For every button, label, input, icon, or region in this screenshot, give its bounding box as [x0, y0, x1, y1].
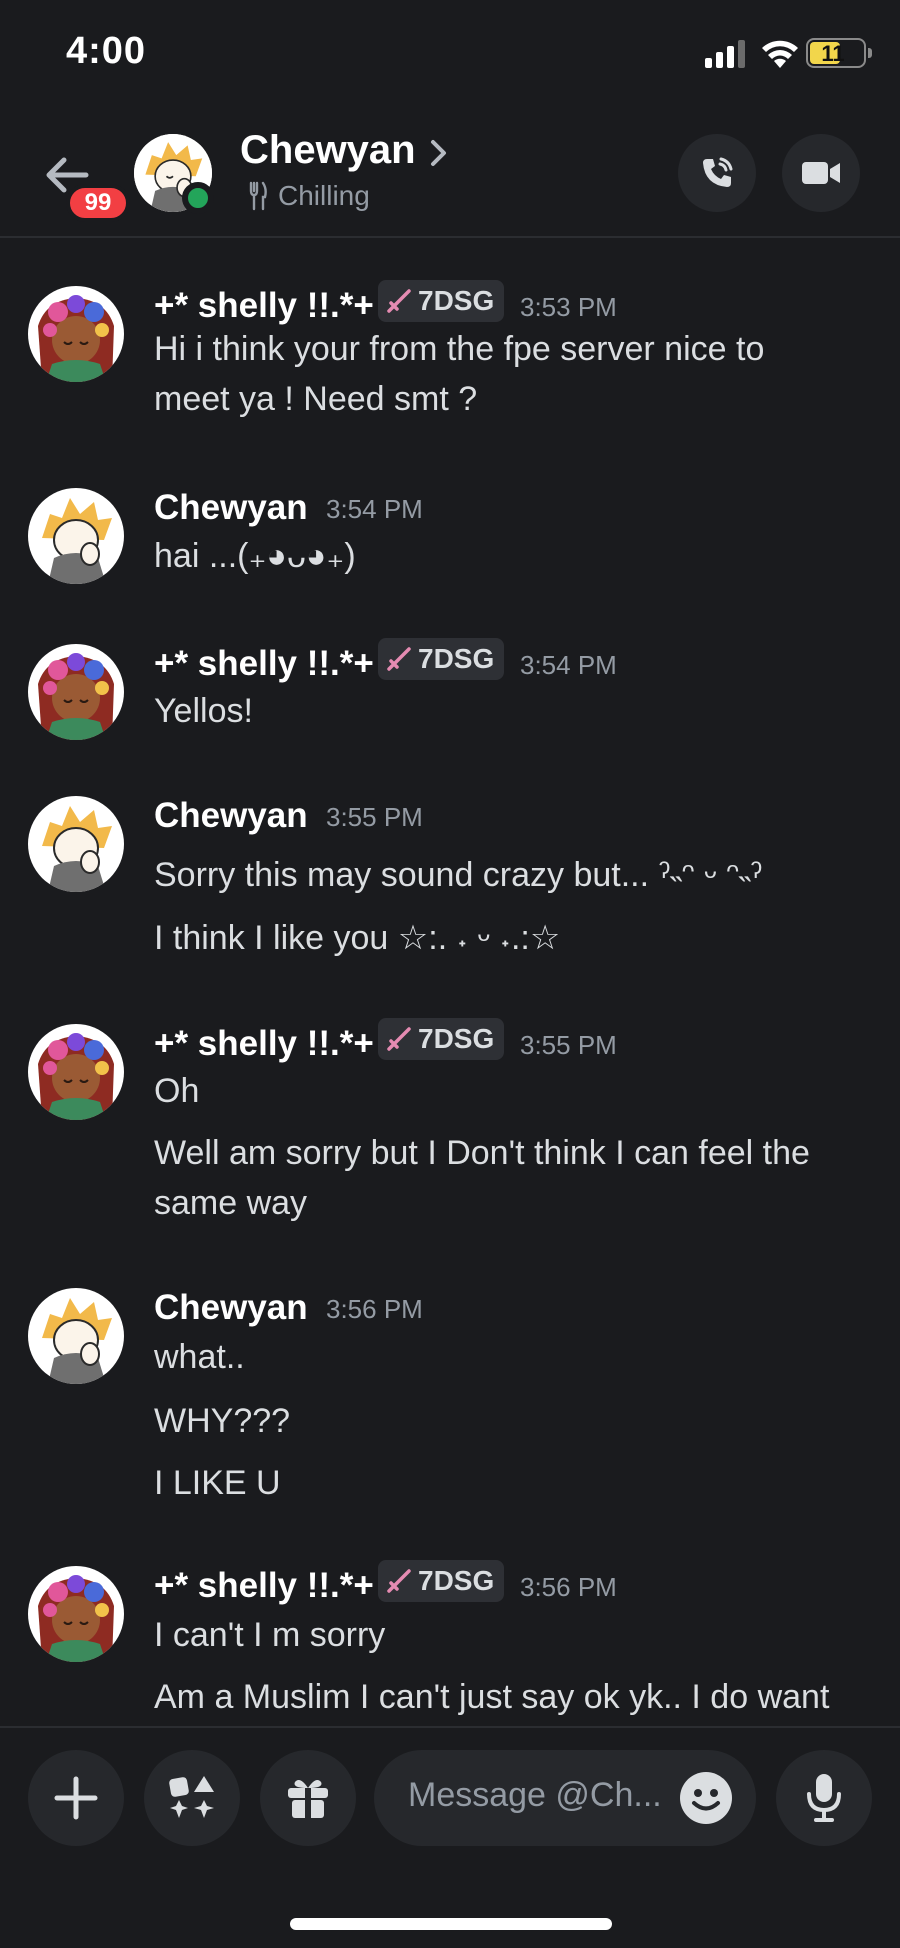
- message-line: hai ...(₊◕ᴗ◕₊): [154, 537, 356, 575]
- avatar[interactable]: [28, 488, 124, 584]
- message-timestamp: 3:54 PM: [520, 650, 617, 680]
- avatar[interactable]: [28, 1024, 124, 1120]
- message-author[interactable]: Chewyan: [154, 488, 308, 528]
- fork-knife-icon: [249, 181, 267, 211]
- status-time: 4:00: [66, 30, 147, 72]
- add-attachment-button[interactable]: [28, 1750, 124, 1846]
- server-tag[interactable]: 7DSG: [378, 280, 505, 322]
- plus-icon: [54, 1776, 98, 1820]
- chewyan-avatar-art: [28, 1288, 124, 1384]
- message-author[interactable]: +* shelly !!.*+: [154, 1566, 374, 1606]
- message-line: what..: [154, 1338, 245, 1376]
- message-timestamp: 3:55 PM: [520, 1030, 617, 1060]
- sword-icon: [387, 1027, 411, 1051]
- gift-button[interactable]: [260, 1750, 356, 1846]
- unread-badge: 99: [66, 184, 130, 222]
- avatar[interactable]: [28, 796, 124, 892]
- message-author[interactable]: +* shelly !!.*+: [154, 286, 374, 326]
- shelly-avatar-art: [28, 1024, 124, 1120]
- custom-status: Chilling: [248, 180, 370, 212]
- chevron-right-icon[interactable]: [428, 136, 450, 170]
- sword-icon: [387, 1569, 411, 1593]
- message-timestamp: 3:56 PM: [326, 1294, 423, 1324]
- message-timestamp: 3:55 PM: [326, 802, 423, 832]
- gift-icon: [288, 1780, 328, 1818]
- online-status-indicator: [182, 182, 214, 214]
- avatar[interactable]: [28, 286, 124, 382]
- message-input[interactable]: Message @Ch...: [374, 1750, 756, 1846]
- message-line: Yellos!: [154, 692, 253, 730]
- message-timestamp: 3:53 PM: [520, 292, 617, 322]
- server-tag-label: 7DSG: [418, 1565, 495, 1596]
- shelly-avatar-art: [28, 1566, 124, 1662]
- server-tag-label: 7DSG: [418, 285, 495, 316]
- cellular-signal-icon: [705, 40, 745, 68]
- message-line: meet ya ! Need smt ?: [154, 380, 478, 418]
- message-line: Hi i think your from the fpe server nice…: [154, 330, 765, 368]
- server-tag[interactable]: 7DSG: [378, 1560, 505, 1602]
- dm-recipient-name[interactable]: Chewyan: [240, 128, 416, 173]
- message-input-placeholder: Message @Ch...: [408, 1776, 662, 1814]
- home-indicator[interactable]: [290, 1918, 612, 1930]
- avatar[interactable]: [28, 1288, 124, 1384]
- server-tag-label: 7DSG: [418, 1023, 495, 1054]
- status-bar: 4:00 11: [0, 0, 900, 110]
- message-line: I can't I m sorry: [154, 1616, 386, 1654]
- apps-icon: [169, 1776, 214, 1818]
- message-author[interactable]: +* shelly !!.*+: [154, 1024, 374, 1064]
- video-call-icon: [802, 162, 840, 184]
- sword-icon: [387, 289, 411, 313]
- sword-icon: [387, 647, 411, 671]
- message-line: I think I like you ☆:. ˖ ᵕ ˖.:☆: [154, 919, 561, 957]
- battery-level: 11: [821, 41, 845, 66]
- video-call-button[interactable]: [782, 134, 860, 212]
- message-line: Well am sorry but I Don't think I can fe…: [154, 1134, 810, 1172]
- custom-status-text: Chilling: [278, 180, 370, 211]
- microphone-icon: [807, 1774, 841, 1822]
- shelly-avatar-art: [28, 644, 124, 740]
- message-timestamp: 3:56 PM: [520, 1572, 617, 1602]
- message-line: WHY???: [154, 1402, 291, 1440]
- server-tag[interactable]: 7DSG: [378, 1018, 505, 1060]
- server-tag[interactable]: 7DSG: [378, 638, 505, 680]
- voice-call-button[interactable]: [678, 134, 756, 212]
- voice-call-icon: [703, 157, 733, 187]
- message-line: same way: [154, 1184, 308, 1222]
- battery-icon: 11: [806, 38, 872, 68]
- message-author[interactable]: Chewyan: [154, 796, 308, 836]
- message-author[interactable]: Chewyan: [154, 1288, 308, 1328]
- voice-message-button[interactable]: [776, 1750, 872, 1846]
- server-tag-label: 7DSG: [418, 643, 495, 674]
- apps-button[interactable]: [144, 1750, 240, 1846]
- message-timestamp: 3:54 PM: [326, 494, 423, 524]
- chewyan-avatar-art: [28, 796, 124, 892]
- shelly-avatar-art: [28, 286, 124, 382]
- avatar[interactable]: [28, 644, 124, 740]
- message-composer: Message @Ch...: [0, 1726, 900, 1948]
- message-line: Am a Muslim I can't just say ok yk.. I d…: [154, 1678, 830, 1716]
- message-author[interactable]: +* shelly !!.*+: [154, 644, 374, 684]
- message-line: Oh: [154, 1072, 200, 1110]
- chewyan-avatar-art: [28, 488, 124, 584]
- message-line: I LIKE U: [154, 1464, 281, 1502]
- wifi-icon: [762, 40, 798, 68]
- dm-header: 99 Chewyan Chilling: [0, 110, 900, 238]
- emoji-icon[interactable]: [678, 1770, 734, 1826]
- message-line: Sorry this may sound crazy but... ˀ˵ᵔ ᵕ …: [154, 856, 763, 894]
- avatar[interactable]: [28, 1566, 124, 1662]
